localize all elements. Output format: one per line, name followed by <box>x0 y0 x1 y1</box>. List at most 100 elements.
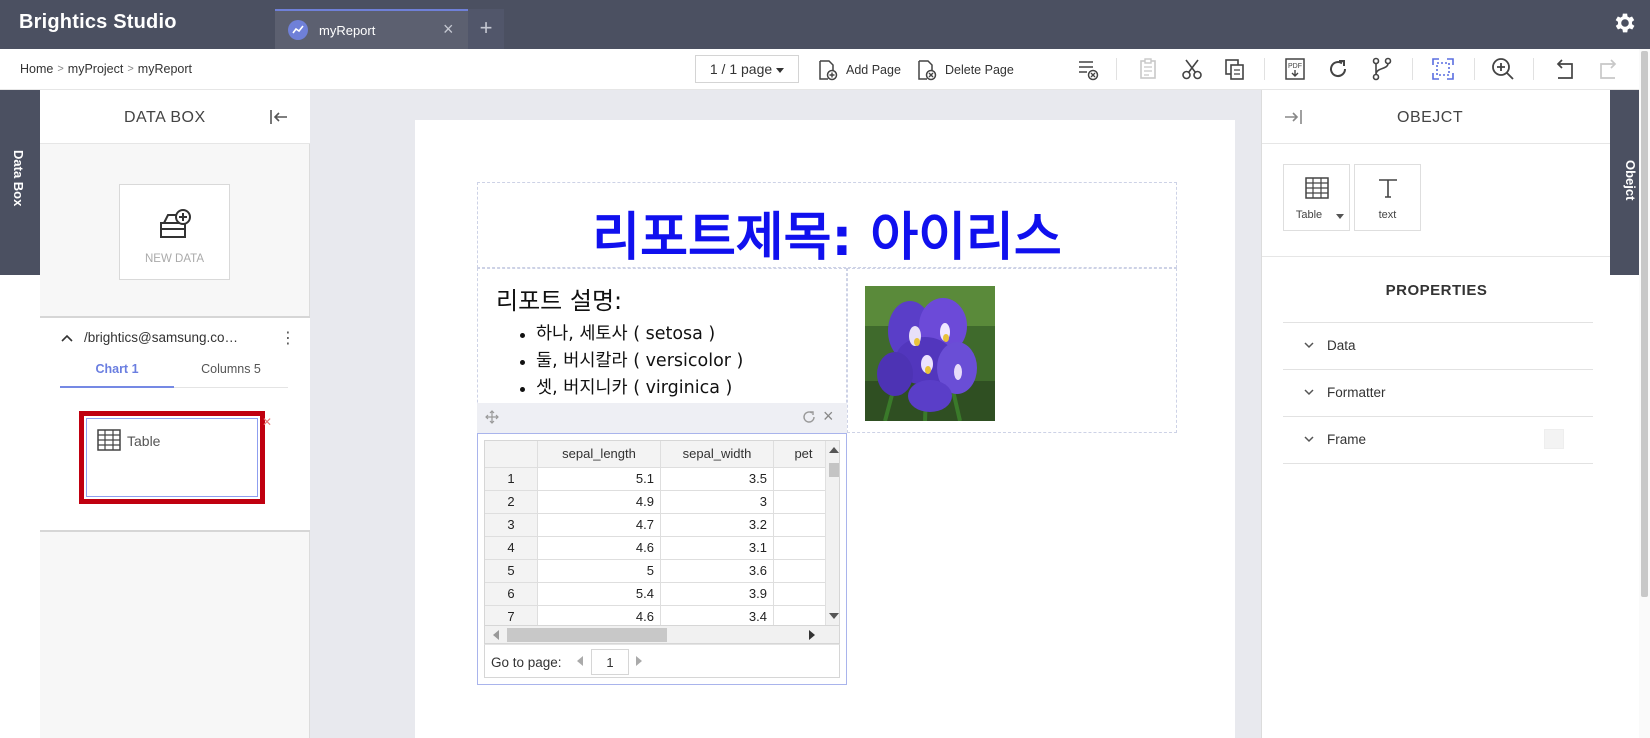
scroll-left-icon[interactable] <box>493 630 499 640</box>
row-index: 7 <box>485 606 538 625</box>
close-tab-icon[interactable]: × <box>443 19 454 40</box>
branch-icon[interactable] <box>1369 56 1395 82</box>
fit-selection-icon[interactable] <box>1430 56 1456 82</box>
table-header-cell[interactable]: sepal_width <box>661 441 774 468</box>
title-text-object[interactable]: 리포트제목: 아이리스 <box>477 182 1177 268</box>
table-row: 3 4.7 3.2 <box>485 514 834 537</box>
refresh-icon[interactable] <box>801 409 817 425</box>
page-settings-icon[interactable] <box>1074 56 1100 82</box>
data-box-header: DATA BOX <box>40 90 310 144</box>
chevron-right-icon: > <box>127 63 134 75</box>
object-panel: OBEJCT Table text PROPERTIES Data Format… <box>1261 90 1611 738</box>
image-object[interactable] <box>847 268 1177 433</box>
table-cell: 3.4 <box>661 606 774 625</box>
chevron-down-icon <box>1304 389 1314 396</box>
tool-table-label: Table <box>1295 209 1323 221</box>
close-icon[interactable]: × <box>823 406 834 427</box>
divider <box>1262 256 1611 257</box>
collapse-right-icon[interactable] <box>1282 107 1304 127</box>
add-page-label: Add Page <box>846 63 901 77</box>
scroll-thumb[interactable] <box>507 628 667 642</box>
report-page: 리포트제목: 아이리스 리포트 설명: 하나, 세토사 ( setosa ) 둘… <box>415 120 1235 738</box>
table-grid-icon <box>1305 177 1329 199</box>
toolbar-divider <box>1412 58 1413 80</box>
page-select-value: 1 / 1 page <box>709 61 773 77</box>
property-frame-label: Frame <box>1327 432 1367 447</box>
report-canvas: 리포트제목: 아이리스 리포트 설명: 하나, 세토사 ( setosa ) 둘… <box>310 90 1261 738</box>
property-frame[interactable]: Frame <box>1283 416 1593 462</box>
table-object-toolbar: × <box>477 403 847 433</box>
page-select[interactable]: 1 / 1 page <box>695 55 799 83</box>
copy-icon[interactable] <box>1222 56 1248 82</box>
chart-item-label: Table <box>127 433 161 449</box>
prev-page-icon[interactable] <box>577 656 583 666</box>
data-box-title: DATA BOX <box>124 109 206 126</box>
scroll-right-icon[interactable] <box>809 630 815 640</box>
refresh-icon[interactable] <box>1325 56 1351 82</box>
delete-page-label: Delete Page <box>945 63 1014 77</box>
chart-item-table[interactable]: Table <box>86 418 258 497</box>
row-index: 6 <box>485 583 538 606</box>
new-data-button[interactable]: NEW DATA <box>119 184 230 280</box>
horizontal-scrollbar[interactable] <box>484 626 840 644</box>
remove-item-icon[interactable]: ✕ <box>262 415 272 429</box>
table-grid-icon <box>97 429 121 451</box>
move-handle-icon[interactable] <box>485 410 499 424</box>
add-page-button[interactable]: Add Page <box>816 57 901 83</box>
cut-icon[interactable] <box>1179 56 1205 82</box>
page-number-input[interactable] <box>591 649 629 675</box>
table-cell: 3.9 <box>661 583 774 606</box>
undo-icon[interactable] <box>1552 56 1578 82</box>
report-title: 리포트제목: 아이리스 <box>592 208 1062 268</box>
breadcrumb-home[interactable]: Home <box>20 62 53 76</box>
top-bar: Brightics Studio myReport × + <box>0 0 1650 49</box>
property-data[interactable]: Data <box>1283 322 1593 368</box>
object-panel-header: OBEJCT <box>1262 90 1611 144</box>
description-list: 하나, 세토사 ( setosa ) 둘, 버시칼라 ( versicolor … <box>518 321 743 402</box>
frame-toggle[interactable] <box>1544 429 1564 449</box>
scroll-thumb[interactable] <box>1641 51 1648 597</box>
redo-icon[interactable] <box>1595 56 1621 82</box>
caret-down-icon[interactable] <box>1336 214 1344 219</box>
chevron-down-icon <box>1304 342 1314 349</box>
description-item: 셋, 버지니카 ( virginica ) <box>518 375 743 402</box>
table-header-cell[interactable]: sepal_length <box>538 441 661 468</box>
zoom-in-icon[interactable] <box>1490 56 1516 82</box>
export-pdf-icon[interactable]: PDF <box>1282 56 1308 82</box>
add-text-tool[interactable]: text <box>1354 164 1421 231</box>
table-object[interactable]: sepal_length sepal_width pet 1 5.1 3.5 2… <box>477 433 847 685</box>
iris-flower-image <box>865 286 995 421</box>
chart-line-icon <box>288 20 308 40</box>
table-cell: 3.5 <box>661 468 774 491</box>
tab-label: myReport <box>319 23 376 38</box>
description-item: 둘, 버시칼라 ( versicolor ) <box>518 348 743 375</box>
collapse-left-icon[interactable] <box>268 107 290 127</box>
table-cell: 4.6 <box>538 537 661 560</box>
data-box-side-tab[interactable]: Data Box <box>0 90 40 275</box>
scroll-up-icon[interactable] <box>829 447 839 453</box>
svg-text:PDF: PDF <box>1288 63 1302 70</box>
add-tab-button[interactable]: + <box>468 9 504 49</box>
more-vertical-icon[interactable]: ⋮ <box>280 328 296 348</box>
chevron-up-icon[interactable] <box>60 331 74 345</box>
breadcrumb-project[interactable]: myProject <box>68 62 124 76</box>
table-row: 1 5.1 3.5 <box>485 468 834 491</box>
gear-icon[interactable] <box>1612 10 1638 36</box>
tab-chart[interactable]: Chart 1 <box>60 362 174 388</box>
scroll-thumb[interactable] <box>829 463 839 477</box>
table-cell: 3 <box>661 491 774 514</box>
paste-icon[interactable] <box>1135 56 1161 82</box>
scroll-down-icon[interactable] <box>829 613 839 619</box>
next-page-icon[interactable] <box>636 656 642 666</box>
page-scrollbar[interactable] <box>1639 49 1650 738</box>
add-table-tool[interactable]: Table <box>1283 164 1350 231</box>
breadcrumb-report: myReport <box>137 62 192 76</box>
go-to-page-label: Go to page: <box>491 655 562 670</box>
delete-page-button[interactable]: Delete Page <box>915 57 1014 83</box>
tab-myreport[interactable]: myReport × <box>275 9 468 49</box>
property-formatter[interactable]: Formatter <box>1283 369 1593 415</box>
table-header-row: sepal_length sepal_width pet <box>485 441 834 468</box>
property-formatter-label: Formatter <box>1327 385 1386 400</box>
vertical-scrollbar[interactable] <box>825 441 839 625</box>
tab-columns[interactable]: Columns 5 <box>174 362 288 388</box>
